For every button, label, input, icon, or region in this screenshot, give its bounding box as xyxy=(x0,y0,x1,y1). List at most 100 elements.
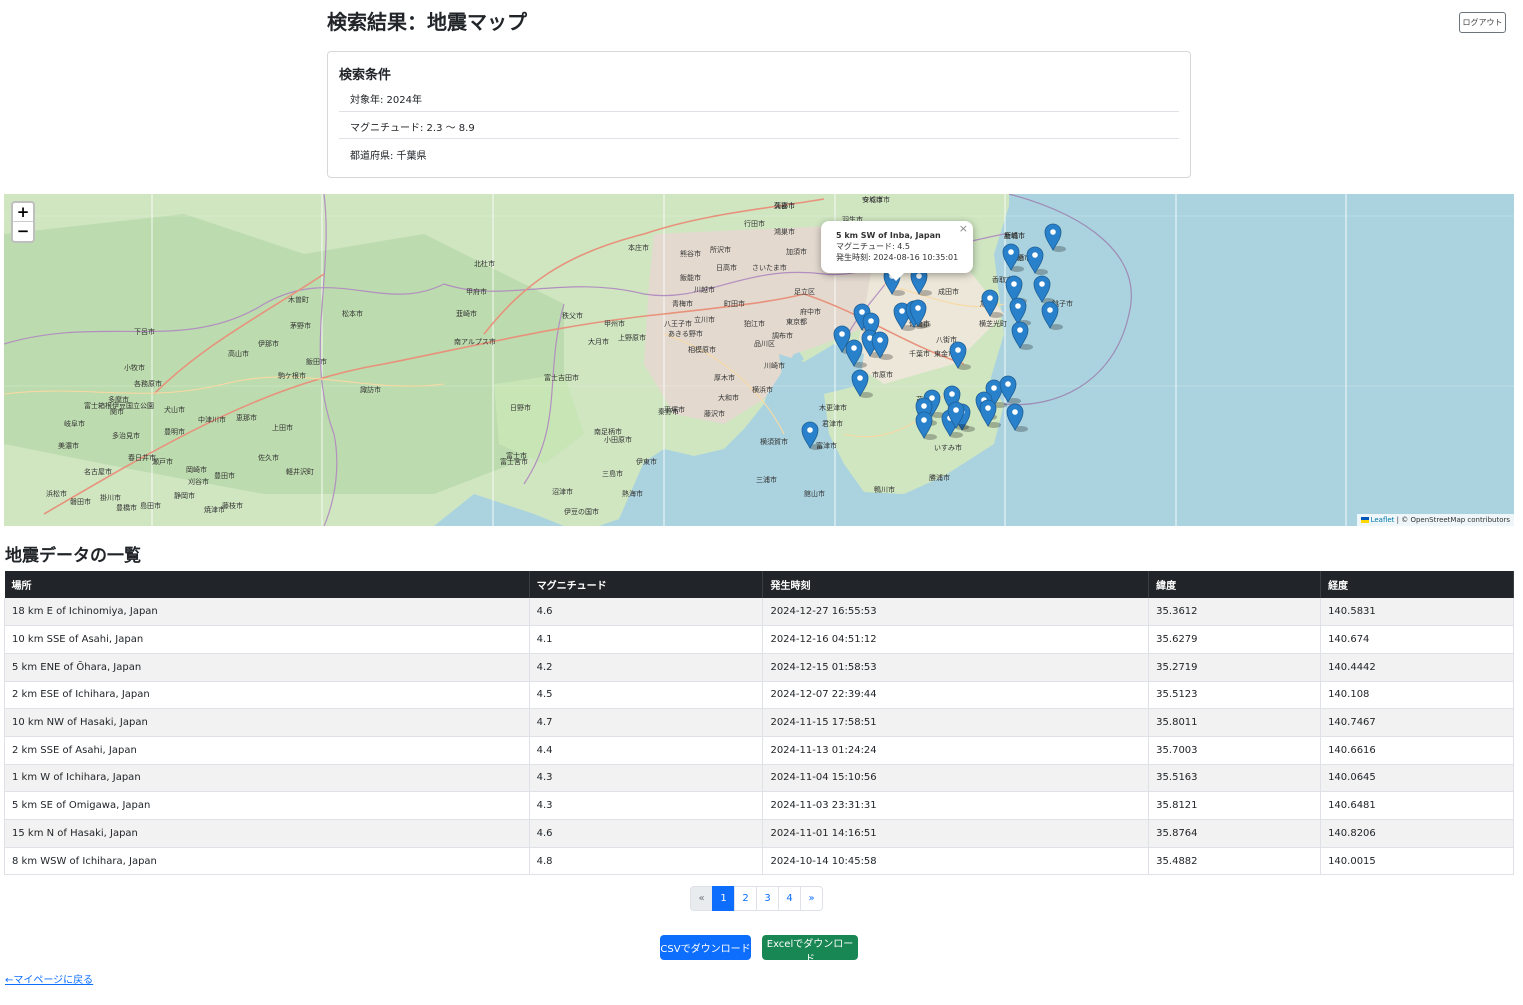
map-place-label: 甲州市 xyxy=(604,319,625,328)
map-place-label: いすみ市 xyxy=(934,443,962,452)
map-place-label: 川崎市 xyxy=(764,361,785,370)
popup-magnitude: マグニチュード: 4.5 xyxy=(836,242,910,251)
table-row: 10 km NW of Hasaki, Japan 4.7 2024-11-15 1… xyxy=(4,708,1514,737)
cell-magnitude: 4.1 xyxy=(529,625,764,654)
cell-time: 2024-11-03 23:31:31 xyxy=(762,791,1150,820)
map-place-label: 静岡市 xyxy=(174,491,195,500)
page-title: 検索結果：地震マップ xyxy=(327,10,527,34)
map-place-label: 島田市 xyxy=(140,501,161,510)
map-place-label: 恵那市 xyxy=(236,413,257,422)
csv-download-button[interactable]: CSVでダウンロード xyxy=(660,935,751,960)
map-tiles: つくば市土浦市久喜市鹿嶋市神栖市旭市銚子市成田市佐倉市千葉市市原市君津市木更津市… xyxy=(4,194,1514,526)
map-place-label: 横須賀市 xyxy=(760,437,788,446)
cell-longitude: 140.7467 xyxy=(1320,708,1514,737)
cell-magnitude: 4.5 xyxy=(529,681,764,710)
cell-longitude: 140.6481 xyxy=(1320,791,1514,820)
map-place-label: 蒲郡市 xyxy=(774,201,795,210)
ukraine-flag-icon xyxy=(1360,517,1369,523)
cell-location: 10 km NW of Hasaki, Japan xyxy=(4,708,530,737)
earthquake-marker-icon[interactable] xyxy=(1033,275,1055,304)
cell-location: 5 km SE of Omigawa, Japan xyxy=(4,791,530,820)
cell-location: 2 km ESE of Ichihara, Japan xyxy=(4,681,530,710)
table-row: 2 km SSE of Asahi, Japan 4.4 2024-11-13 01… xyxy=(4,736,1514,765)
map-place-label: 所沢市 xyxy=(710,245,731,254)
cell-magnitude: 4.4 xyxy=(529,736,764,765)
map-place-label: 上田市 xyxy=(272,423,293,432)
earthquake-marker-icon[interactable] xyxy=(1026,246,1048,275)
earthquake-marker-icon[interactable] xyxy=(1011,321,1033,350)
map-place-label: さいたま市 xyxy=(752,263,787,272)
earthquake-marker-icon[interactable] xyxy=(999,375,1021,404)
earthquake-map[interactable]: つくば市土浦市久喜市鹿嶋市神栖市旭市銚子市成田市佐倉市千葉市市原市君津市木更津市… xyxy=(4,194,1514,526)
list-heading: 地震データの一覧 xyxy=(5,546,141,566)
pagination-page-2[interactable]: 2 xyxy=(734,886,757,911)
map-place-label: 伊東市 xyxy=(636,457,657,466)
cell-magnitude: 4.7 xyxy=(529,708,764,737)
cell-time: 2024-11-04 15:10:56 xyxy=(762,764,1150,793)
cell-time: 2024-12-27 16:55:53 xyxy=(762,598,1150,627)
cell-longitude: 140.108 xyxy=(1320,681,1514,710)
map-place-label: 勝浦市 xyxy=(929,473,950,482)
map-place-label: 中津川市 xyxy=(198,415,226,424)
map-place-label: 鴻巣市 xyxy=(774,227,795,236)
criteria-heading: 検索条件 xyxy=(339,68,392,83)
map-place-label: 北杜市 xyxy=(474,259,495,268)
criteria-item-magnitude: マグニチュード: 2.3 〜 8.9 xyxy=(350,123,475,134)
cell-longitude: 140.5831 xyxy=(1320,598,1514,627)
map-place-label: 茅野市 xyxy=(290,321,311,330)
excel-download-button[interactable]: Excelでダウンロード xyxy=(762,935,858,965)
leaflet-link[interactable]: Leaflet xyxy=(1371,516,1395,524)
back-to-mypage-link[interactable]: ←マイページに戻る xyxy=(5,971,93,986)
map-place-label: 町田市 xyxy=(724,299,745,308)
map-place-label: 熱海市 xyxy=(622,489,643,498)
criteria-divider xyxy=(339,111,1179,112)
table-row: 10 km SSE of Asahi, Japan 4.1 2024-12-16 0… xyxy=(4,625,1514,654)
map-place-label: 佐久市 xyxy=(258,453,279,462)
map-place-label: 品川区 xyxy=(754,340,775,348)
map-place-label: 沼津市 xyxy=(552,487,573,496)
map-place-label: 大月市 xyxy=(588,337,609,346)
map-place-label: 上野原市 xyxy=(618,333,646,342)
earthquake-marker-icon[interactable] xyxy=(1006,403,1028,432)
map-place-label: 横浜市 xyxy=(752,385,773,394)
earthquake-marker-icon[interactable] xyxy=(1044,223,1066,252)
pagination-page-1[interactable]: 1 xyxy=(712,886,735,911)
table-row: 15 km N of Hasaki, Japan 4.6 2024-11-01 14… xyxy=(4,819,1514,848)
cell-longitude: 140.674 xyxy=(1320,625,1514,654)
cell-longitude: 140.0645 xyxy=(1320,764,1514,793)
pagination-next[interactable]: » xyxy=(800,886,823,911)
map-place-label: 駒ケ根市 xyxy=(278,371,306,380)
pagination-page-3[interactable]: 3 xyxy=(756,886,779,911)
map-place-label: 館山市 xyxy=(804,489,825,498)
map-place-label: 大和市 xyxy=(718,393,739,402)
pagination-page-4[interactable]: 4 xyxy=(778,886,801,911)
map-place-label: 市原市 xyxy=(872,370,893,379)
column-header-magnitude: マグニチュード xyxy=(529,571,764,598)
map-place-label: 立川市 xyxy=(694,315,715,324)
pagination-prev: « xyxy=(690,886,713,911)
map-place-label: 岐阜市 xyxy=(64,419,85,428)
popup-close-button[interactable]: × xyxy=(959,223,968,234)
pagination: « 1 2 3 4 » xyxy=(690,886,823,911)
cell-location: 5 km ENE of Ōhara, Japan xyxy=(4,653,530,682)
zoom-out-button[interactable]: − xyxy=(13,222,33,241)
map-place-label: 八王子市 xyxy=(664,319,692,328)
map-place-label: 南足柄市 xyxy=(594,427,622,436)
map-place-label: 高山市 xyxy=(228,349,249,358)
map-place-label: 成田市 xyxy=(938,287,959,296)
cell-latitude: 35.8011 xyxy=(1148,708,1322,737)
popup-tip xyxy=(888,273,904,281)
column-header-latitude: 緯度 xyxy=(1148,571,1322,598)
map-place-label: 東京都 xyxy=(786,317,807,326)
logout-button[interactable]: ログアウト xyxy=(1459,12,1506,33)
cell-time: 2024-11-13 01:24:24 xyxy=(762,736,1150,765)
map-place-label: 飯田市 xyxy=(306,357,327,366)
map-place-label: 日野市 xyxy=(510,403,531,412)
map-place-label: 秩父市 xyxy=(562,311,583,320)
map-place-label: 藤沢市 xyxy=(704,409,725,418)
map-place-label: 多治見市 xyxy=(112,431,140,440)
zoom-in-button[interactable]: + xyxy=(13,203,33,222)
map-place-label: 青梅市 xyxy=(672,299,693,308)
criteria-divider xyxy=(339,138,1179,139)
zoom-control: + − xyxy=(11,201,35,243)
